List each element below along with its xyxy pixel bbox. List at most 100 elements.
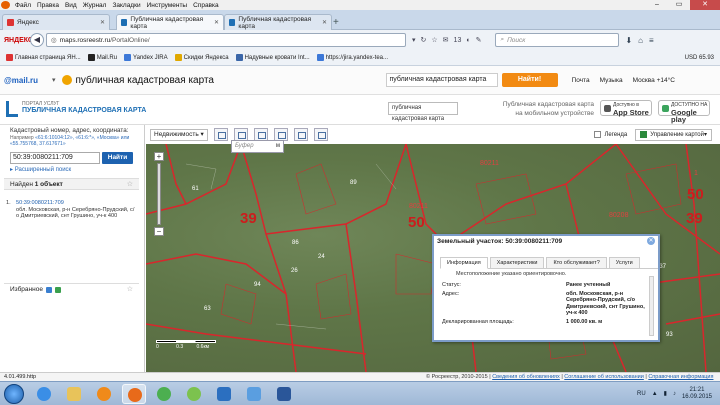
menu-bookmarks[interactable]: Закладки: [109, 2, 143, 9]
music-link[interactable]: Музыка: [600, 77, 623, 84]
map-control-button[interactable]: Управление картой ▾: [635, 128, 712, 141]
new-tab-button[interactable]: +: [333, 17, 339, 28]
language-indicator[interactable]: RU: [637, 391, 646, 397]
yandex-bar-icon[interactable]: ◐: [466, 37, 470, 44]
map-label-39: 39: [240, 210, 257, 227]
buffer-input[interactable]: Буфер м: [231, 140, 284, 153]
find-object-button[interactable]: Найти: [102, 152, 133, 164]
zoom-slider[interactable]: [157, 163, 161, 225]
updates-link[interactable]: Сведения об обновлениях: [492, 374, 560, 380]
clock[interactable]: 21:21 16.09.2015: [682, 387, 712, 401]
home-icon[interactable]: ⌂: [638, 36, 643, 45]
map-label-86: 86: [292, 240, 299, 246]
app-icon[interactable]: [212, 384, 236, 404]
close-icon[interactable]: ✕: [647, 237, 655, 245]
bookmark-inflatable-beds[interactable]: Надувные кровати Int...: [235, 54, 310, 61]
bookmark-yandex-discounts[interactable]: Скидки Яндекса: [174, 54, 229, 61]
tab-information[interactable]: Информация: [440, 257, 488, 269]
bookmark-jira-yandex-team[interactable]: https://jira.yandex-tea...: [316, 54, 388, 61]
bookmark-mailru[interactable]: Mail.Ru: [87, 54, 117, 61]
menu-tools[interactable]: Инструменты: [144, 2, 191, 9]
map-label-50: 50: [408, 214, 425, 231]
menu-icon[interactable]: ≡: [649, 36, 654, 45]
result-link[interactable]: 50:39:0080211:709: [16, 200, 136, 207]
network-icon[interactable]: ▮: [664, 390, 667, 397]
layer-select[interactable]: Недвижимость ▾: [150, 128, 208, 141]
minimize-button[interactable]: –: [646, 0, 668, 10]
star-icon[interactable]: ☆: [127, 179, 133, 190]
extended-search-link[interactable]: ▸ Расширенный поиск: [10, 166, 71, 173]
reload-icon[interactable]: ↻: [421, 36, 427, 44]
chrome-icon[interactable]: [152, 384, 176, 404]
settings-tool-icon[interactable]: [313, 128, 328, 141]
zoom-out-button[interactable]: −: [154, 227, 164, 236]
menu-view[interactable]: Вид: [62, 2, 80, 9]
tab-yandex[interactable]: Яндекс ✕: [2, 14, 110, 30]
menu-help[interactable]: Справка: [190, 2, 222, 9]
explorer-folder-icon[interactable]: [62, 384, 86, 404]
star-icon[interactable]: ☆: [127, 284, 133, 295]
menu-file[interactable]: Файл: [12, 2, 34, 9]
mail-icon[interactable]: ✉: [443, 36, 449, 44]
close-window-button[interactable]: ✕: [690, 0, 720, 10]
word-icon[interactable]: [272, 384, 296, 404]
menu-history[interactable]: Журнал: [80, 2, 110, 9]
maximize-button[interactable]: ▭: [668, 0, 690, 10]
popup-scrollbar[interactable]: [649, 276, 654, 336]
tab-close-icon[interactable]: ✕: [322, 19, 327, 26]
favorites-green-icon[interactable]: [54, 286, 61, 293]
favorites-blue-icon[interactable]: [45, 286, 52, 293]
media-player-icon[interactable]: [92, 384, 116, 404]
select-tool-icon[interactable]: [213, 128, 228, 141]
tab-close-icon[interactable]: ✕: [214, 19, 219, 26]
zoom-in-button[interactable]: +: [154, 152, 164, 161]
weather-link[interactable]: Москва +14°C: [633, 77, 675, 84]
app-store-badge[interactable]: Доступно в App Store: [600, 100, 652, 116]
clip-icon[interactable]: ✎: [476, 36, 482, 44]
bookmark-star-icon[interactable]: ☆: [431, 36, 437, 44]
tab-services[interactable]: Услуги: [608, 257, 640, 268]
back-button[interactable]: ◀: [30, 33, 44, 47]
search-query-text[interactable]: публичная кадастровая карта: [76, 75, 376, 86]
menu-edit[interactable]: Правка: [34, 2, 62, 9]
tab-cadastral-map[interactable]: Публичная кадастровая карта ✕: [224, 14, 332, 30]
map-label-61: 61: [192, 186, 199, 192]
toolbar-search-input[interactable]: публичная кадастровая карта: [385, 73, 498, 87]
chevron-down-icon[interactable]: ▾: [52, 76, 56, 84]
print-icon[interactable]: [293, 128, 308, 141]
tab-strip: Яндекс ✕ Публичная кадастровая карта ✕ П…: [0, 10, 720, 30]
download-icon[interactable]: ⬇: [625, 36, 632, 45]
tab-who-serves[interactable]: Кто обслуживает?: [546, 257, 607, 268]
tab-close-icon[interactable]: ✕: [100, 19, 105, 26]
google-play-badge[interactable]: ДОСТУПНО НА Google play: [658, 100, 710, 123]
icq-icon[interactable]: [182, 384, 206, 404]
reference-link[interactable]: Справочная информация: [648, 374, 713, 380]
tab-characteristics[interactable]: Характеристики: [489, 257, 545, 268]
agreement-link[interactable]: Соглашение об использовании: [564, 374, 644, 380]
navigation-bar: ЯНДЕКС ◀ ◎ maps.rosreestr.ru /PortalOnli…: [0, 30, 720, 50]
utility-icon[interactable]: [242, 384, 266, 404]
address-bar[interactable]: ◎ maps.rosreestr.ru /PortalOnline/: [46, 33, 406, 47]
find-button[interactable]: Найти!: [501, 73, 558, 87]
mail-link[interactable]: Почта: [572, 77, 590, 84]
result-item[interactable]: 1. 50:39:0080211:709 обл. Московская, р-…: [6, 200, 136, 220]
bookmark-yandex-jira[interactable]: Yandex JIRA: [124, 54, 168, 61]
yandex-logo[interactable]: ЯНДЕКС: [4, 37, 33, 44]
internet-explorer-icon[interactable]: [32, 384, 56, 404]
mailru-logo[interactable]: @mail.ru: [4, 76, 52, 85]
cadastral-search-input[interactable]: 50:39:0080211:709: [10, 152, 100, 164]
tab-cadastral-map-active[interactable]: Публичная кадастровая карта ✕: [116, 14, 224, 30]
start-button[interactable]: [4, 383, 24, 404]
bookmark-yandex-main[interactable]: Главная страница ЯН...: [6, 54, 81, 61]
browser-search-input[interactable]: ⌕ Поиск: [495, 33, 620, 47]
favorites-header[interactable]: Избранное ☆: [4, 283, 139, 295]
portal-search-field[interactable]: публичная кадастровая карта: [388, 102, 458, 122]
footer-links: © Росреестр, 2010-2015 | Сведения об обн…: [426, 374, 714, 380]
tray-arrow-icon[interactable]: ▲: [652, 391, 658, 397]
dropdown-icon[interactable]: ▾: [412, 36, 416, 44]
firefox-taskbar-icon[interactable]: [122, 383, 146, 404]
volume-icon[interactable]: ♪: [673, 391, 676, 397]
legend-checkbox[interactable]: Легенда: [594, 131, 627, 138]
rate-label[interactable]: USD 65.93: [685, 55, 714, 61]
portal-logo[interactable]: ПОРТАЛ УСЛУГ ПУБЛИЧНАЯ КАДАСТРОВАЯ КАРТА: [6, 101, 146, 117]
